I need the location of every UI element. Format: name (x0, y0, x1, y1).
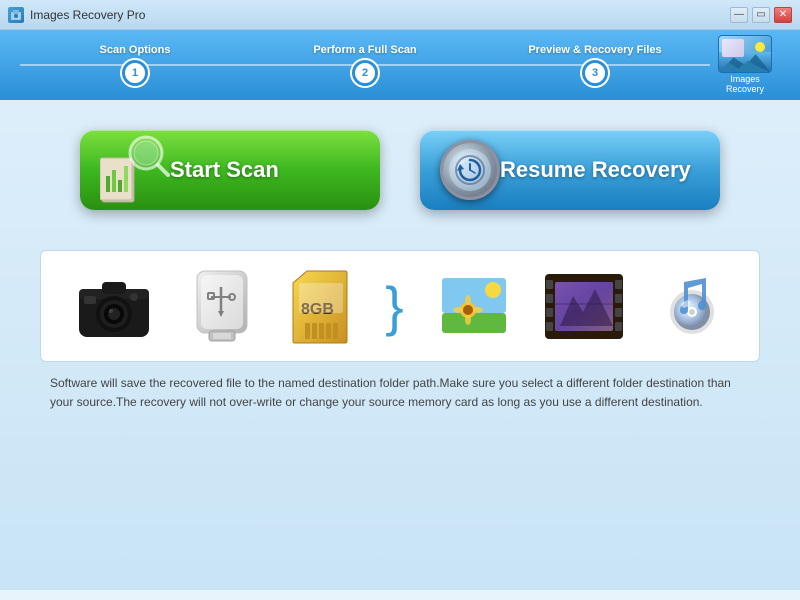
curly-brace-icon: } (385, 279, 403, 334)
bracket-icon-item: } (385, 279, 403, 334)
film-icon-item (545, 274, 623, 339)
resume-icon (440, 140, 500, 200)
resume-recovery-button[interactable]: Resume Recovery (420, 130, 720, 210)
wizard-step-3-circle: 3 (582, 60, 608, 86)
minimize-button[interactable]: — (730, 7, 748, 23)
film-icon (545, 274, 623, 339)
wizard-logo: ImagesRecovery (710, 35, 780, 95)
start-scan-label: Start Scan (170, 157, 279, 183)
wizard-step-3-label: Preview & Recovery Files (528, 44, 661, 56)
music-icon (658, 274, 726, 339)
camera-icon (74, 274, 154, 339)
main-content: Start Scan (0, 100, 800, 590)
logo-text: ImagesRecovery (726, 75, 764, 95)
wizard-bar: Scan Options 1 Perform a Full Scan 2 Pre… (0, 30, 800, 100)
wizard-steps: Scan Options 1 Perform a Full Scan 2 Pre… (20, 44, 710, 86)
scan-icon (100, 135, 170, 205)
app-title: Images Recovery Pro (30, 8, 730, 22)
wizard-step-1-circle: 1 (122, 60, 148, 86)
wizard-step-2-circle: 2 (352, 60, 378, 86)
resume-recovery-label: Resume Recovery (500, 157, 691, 183)
music-icon-item (658, 274, 726, 339)
logo-image (718, 35, 772, 73)
app-icon (8, 7, 24, 23)
file-types-panel: 8GB } (40, 250, 760, 362)
info-text: Software will save the recovered file to… (40, 374, 760, 412)
maximize-button[interactable]: ▭ (752, 7, 770, 23)
wizard-step-1: Scan Options 1 (20, 44, 250, 86)
camera-icon-item (74, 274, 154, 339)
usb-icon (189, 267, 254, 345)
wizard-step-2-label: Perform a Full Scan (313, 44, 416, 56)
start-scan-button[interactable]: Start Scan (80, 130, 380, 210)
wizard-step-1-label: Scan Options (100, 44, 171, 56)
wizard-step-2: Perform a Full Scan 2 (250, 44, 480, 86)
usb-icon-item (189, 267, 254, 345)
photo-icon (438, 274, 510, 339)
sdcard-icon-item: 8GB (289, 269, 351, 344)
wizard-step-3: Preview & Recovery Files 3 (480, 44, 710, 86)
action-buttons: Start Scan (40, 130, 760, 210)
title-bar: Images Recovery Pro — ▭ ✕ (0, 0, 800, 30)
photo-icon-item (438, 274, 510, 339)
close-button[interactable]: ✕ (774, 7, 792, 23)
sdcard-icon: 8GB (289, 269, 351, 344)
window-controls: — ▭ ✕ (730, 7, 792, 23)
